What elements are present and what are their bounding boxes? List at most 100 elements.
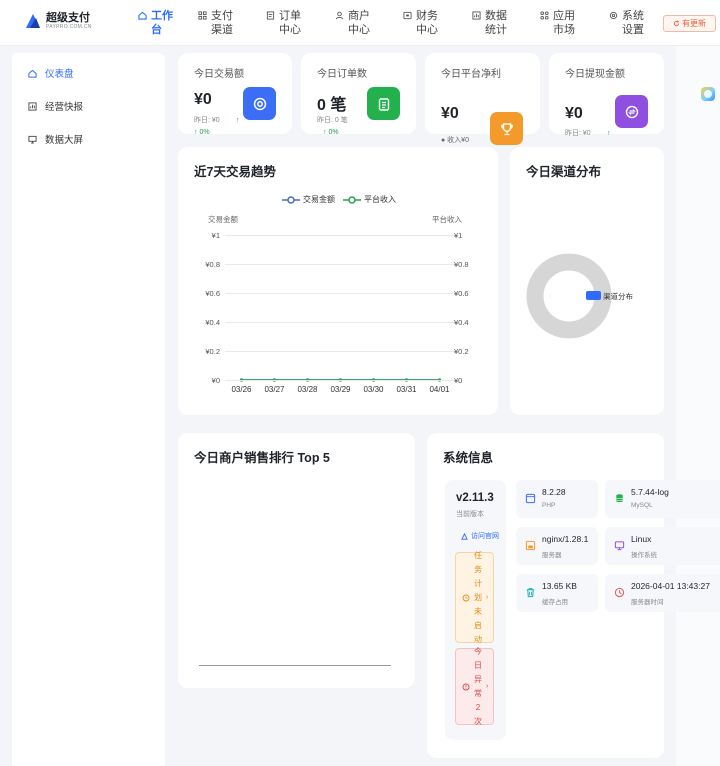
sidebar-item-dashboard[interactable]: 仪表盘 [28,65,74,81]
y-tick-right: ¥0 [454,375,463,385]
brand-logo[interactable]: 超级支付 PAYPRO.COM.CN [24,12,92,30]
stat-card-orders[interactable]: 今日订单数 0 笔 昨日: 0 笔 ↑ 0% [301,53,416,136]
x-tick: 03/27 [264,385,285,394]
version-panel: v2.11.3 当前版本 访问官网 任务计划未启动 › 今日异常2次 › [445,480,506,740]
dashboard-icon [28,69,37,78]
nav-finance-center[interactable]: 财务中心 [403,9,444,37]
ranking-card: 今日商户销售排行 Top 5 [178,433,415,688]
card-title: 系统信息 [443,451,494,465]
apps-icon [540,11,549,20]
nav-app-market[interactable]: 应用市场 [540,9,581,37]
refresh-icon [673,20,680,27]
list-icon [266,11,275,20]
info-tile-server: nginx/1.28.1 服务器 [516,527,598,565]
x-tick: 03/29 [330,385,351,394]
task-status-button[interactable]: 任务计划未启动 › [455,551,494,644]
gridline [225,235,456,236]
clipboard-icon [367,87,400,120]
channel-legend-swatch [586,291,601,300]
stat-value: 0 笔 [317,97,347,114]
gridline [225,264,456,265]
home-icon [138,11,147,20]
brand-name: 超级支付 [46,12,90,24]
brand-logo-icon [26,14,40,28]
monitor-icon [614,541,625,551]
y-tick-right: ¥0.4 [454,317,469,327]
gridline [225,322,456,323]
nav-order-center[interactable]: 订单中心 [266,9,307,37]
gridline [225,351,456,352]
version-number: v2.11.3 [456,492,494,504]
y-tick-left: ¥0.8 [205,259,220,269]
target-icon [243,87,276,120]
channel-chart-card: 今日渠道分布 渠道分布 [510,147,664,415]
report-icon [28,101,37,111]
user-icon [335,11,344,20]
info-tile-server-time: 2026-04-01 13:43:27 服务器时间 [605,574,720,612]
task-error-button[interactable]: 今日异常2次 › [455,647,494,726]
stat-card-withdrawal[interactable]: 今日提现金额 ¥0 昨日: ¥0 ↑ [549,53,664,137]
stat-card-transaction[interactable]: 今日交易额 ¥0 昨日: ¥0 ↑ ↑ 0% [178,53,292,136]
stat-title: 今日订单数 [317,69,367,80]
stat-change-arrow: ↑ [236,117,240,124]
code-icon [525,493,536,504]
nav-system-settings[interactable]: 系统设置 [609,9,650,37]
chevron-right-icon: › [486,594,489,601]
y-tick-left: ¥0 [211,375,220,385]
y-tick-right: ¥1 [454,230,463,240]
x-tick: 03/30 [363,385,384,394]
update-button[interactable]: 有更新 [663,15,716,32]
stat-yesterday: 昨日: 0 笔 [317,117,348,124]
official-site-link[interactable]: 访问官网 [461,531,499,541]
nav-workbench[interactable]: 工作台 [138,9,179,37]
brand-subtitle: PAYPRO.COM.CN [46,24,92,30]
stat-yesterday: 昨日: ¥0 [194,117,220,124]
stat-title: 今日平台净利 [441,69,501,80]
sidebar-item-data-screen[interactable]: 数据大屏 [28,131,83,147]
settings-icon [609,11,618,20]
trend-plot [239,378,442,382]
alert-icon [462,683,470,690]
y-tick-right: ¥0.6 [454,288,469,298]
stat-card-net-profit[interactable]: 今日平台净利 ¥0 ● 收入¥0 [425,53,540,145]
right-rail [676,46,720,766]
y-tick-left: ¥0.2 [205,346,220,356]
x-tick: 03/28 [297,385,318,394]
stat-change: ↑ 0% [323,129,339,136]
version-label: 当前版本 [456,511,484,518]
stat-change: ↑ [607,130,611,137]
stat-value: ¥0 [565,105,583,122]
info-tile-os: Linux 操作系统 [605,527,720,565]
top-header: 超级支付 PAYPRO.COM.CN 工作台 支付渠道 订单中心 商户中心 财务… [0,0,720,46]
nav-data-stats[interactable]: 数据统计 [472,9,513,37]
assistant-icon[interactable] [701,87,715,101]
sidebar-item-business-report[interactable]: 经营快报 [28,98,83,114]
stat-change: ↑ 0% [194,129,210,136]
chart-icon [472,11,481,20]
nav-payment-channel[interactable]: 支付渠道 [198,9,239,37]
stat-value: ¥0 [441,105,459,122]
x-tick: 03/26 [231,385,252,394]
stat-value: ¥0 [194,91,212,108]
trash-icon [526,588,535,598]
card-title: 今日商户销售排行 Top 5 [194,451,330,465]
triangle-icon [461,532,468,540]
nav-merchant-center[interactable]: 商户中心 [335,9,376,37]
stat-title: 今日交易额 [194,69,244,80]
server-icon [525,540,536,551]
info-tile-mysql: 5.7.44-log MySQL [605,480,720,518]
chevron-right-icon: › [486,683,489,690]
stat-title: 今日提现金额 [565,69,625,80]
y-tick-left: ¥1 [211,230,220,240]
gridline [225,380,456,381]
clock-icon [614,587,625,598]
x-tick: 04/01 [429,385,450,394]
y-tick-left: ¥0.6 [205,288,220,298]
system-info-card: 系统信息 v2.11.3 当前版本 访问官网 任务计划未启动 › 今日异常2次 … [427,433,720,758]
database-icon [616,494,623,503]
channel-donut [526,253,612,339]
trend-chart-card: 近7天交易趋势 交易金额 平台收入 交易金额 平台收入 ¥1 ¥1 ¥0.8 ¥0.8… [178,147,498,415]
stat-income: ● 收入¥0 [441,137,469,144]
stat-yesterday: 昨日: ¥0 [565,130,591,137]
x-tick: 03/31 [396,385,417,394]
